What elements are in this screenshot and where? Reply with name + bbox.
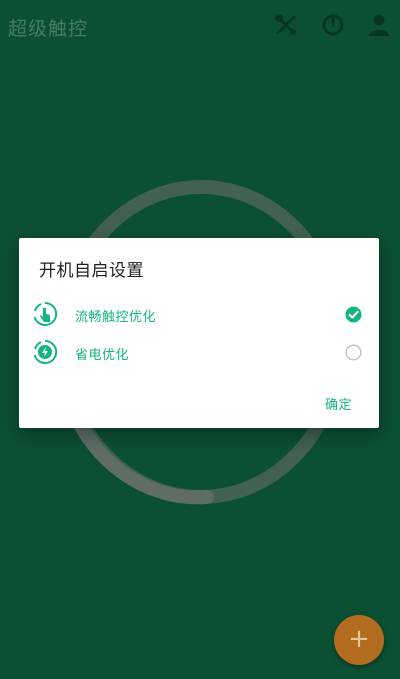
main-screen: 超级触控 开机自启设置 流畅触控优化 省电优化 确定 + bbox=[0, 0, 400, 679]
checked-icon[interactable] bbox=[345, 306, 362, 323]
power-optimize-icon bbox=[33, 339, 58, 364]
touch-optimize-icon bbox=[33, 301, 58, 326]
dialog-title: 开机自启设置 bbox=[39, 261, 144, 281]
unchecked-icon[interactable] bbox=[345, 344, 362, 361]
confirm-button[interactable]: 确定 bbox=[325, 394, 352, 413]
add-button[interactable]: + bbox=[334, 615, 384, 665]
autostart-dialog: 开机自启设置 流畅触控优化 省电优化 确定 bbox=[19, 238, 379, 428]
plus-icon: + bbox=[348, 624, 370, 654]
option-touch-optimize[interactable]: 流畅触控优化 bbox=[19, 298, 379, 332]
option-label: 省电优化 bbox=[75, 348, 130, 363]
option-power-optimize[interactable]: 省电优化 bbox=[19, 336, 379, 370]
option-label: 流畅触控优化 bbox=[75, 310, 157, 325]
